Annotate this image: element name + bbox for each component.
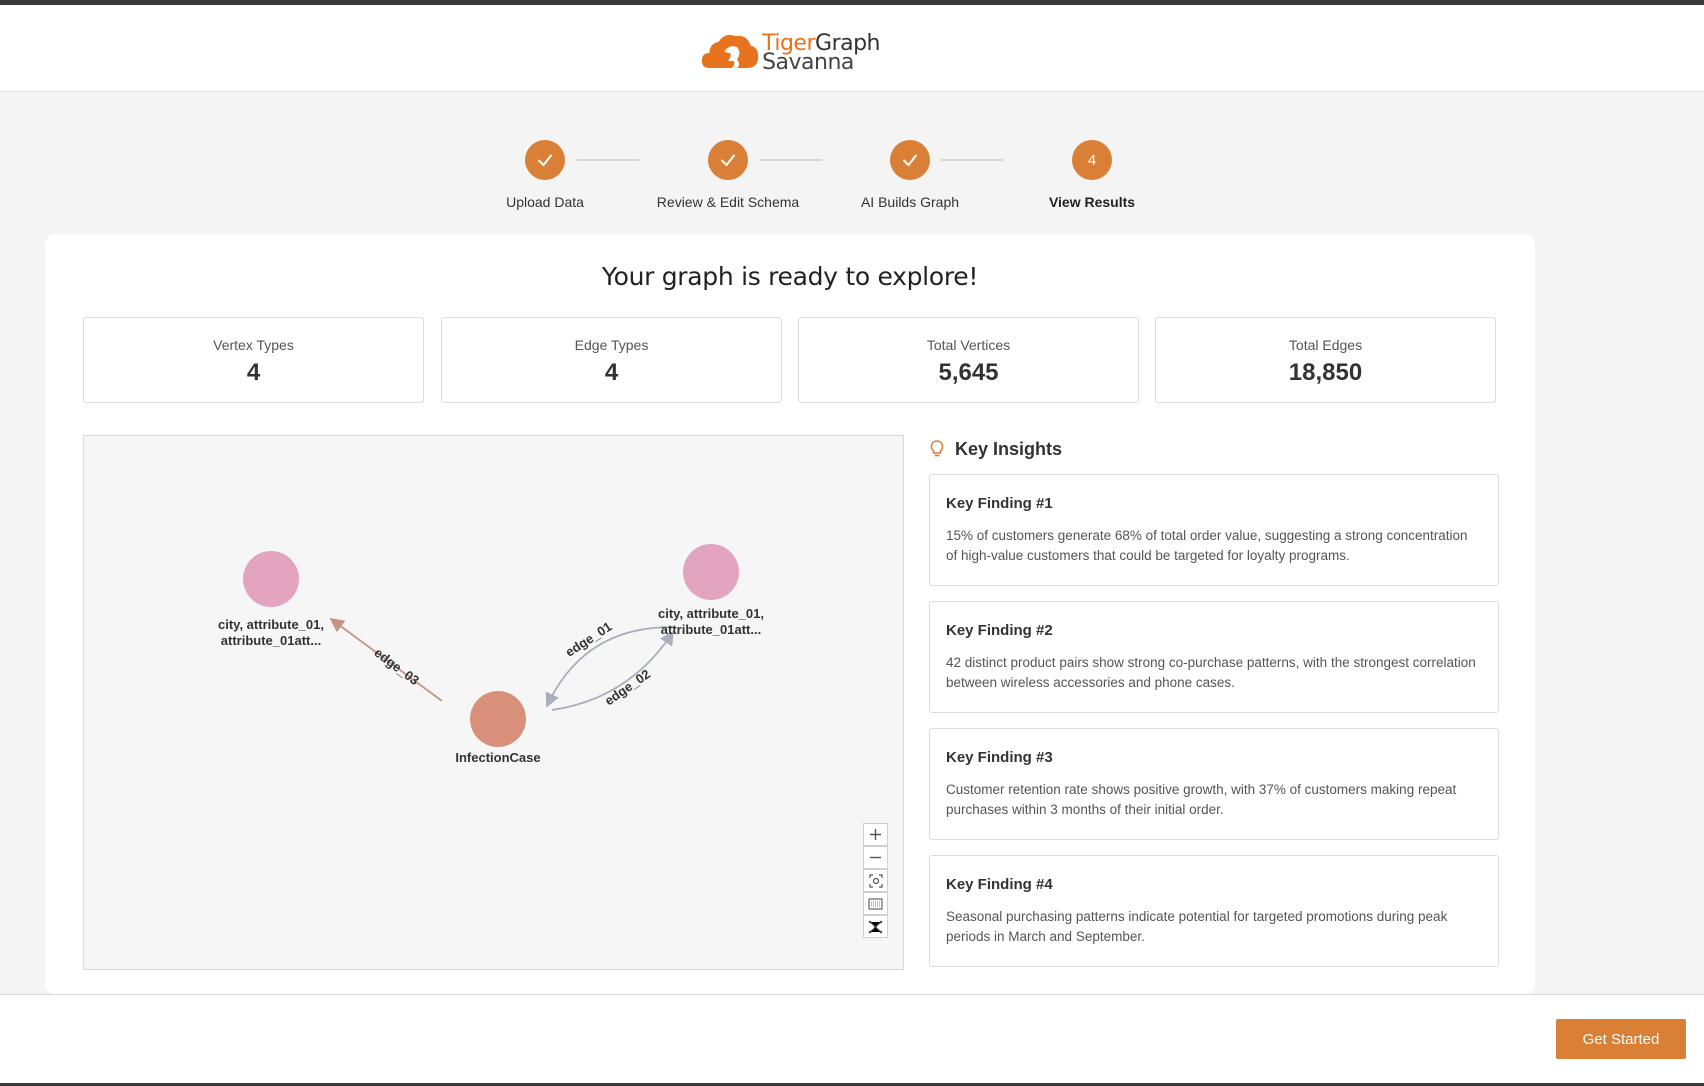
step-complete-circle — [525, 140, 565, 180]
fit-view-icon[interactable] — [863, 869, 888, 892]
vertex-label-line: attribute_01att... — [220, 633, 322, 648]
stat-vertex-types: Vertex Types 4 — [83, 317, 424, 403]
graph-canvas[interactable]: edge_03 edge_01 edge_02 city, attribute_… — [83, 435, 904, 970]
vertex-label-left: city, attribute_01, attribute_01att... — [196, 617, 346, 649]
finding-text: 42 distinct product pairs show strong co… — [946, 655, 1476, 690]
page-title: Your graph is ready to explore! — [601, 262, 979, 291]
step-label: Review & Edit Schema — [656, 194, 800, 210]
step-view-results: 4 View Results — [1007, 140, 1177, 210]
vertex-label-line: city, attribute_01, — [658, 606, 764, 621]
step-connector — [760, 159, 822, 161]
stat-value: 18,850 — [1288, 359, 1363, 386]
stat-value: 4 — [246, 359, 261, 386]
insights-title: Key Insights — [955, 438, 1063, 459]
get-started-button[interactable]: Get Started — [1556, 1019, 1686, 1059]
layout-icon[interactable] — [863, 915, 888, 938]
progress-stepper: Upload Data Review & Edit Schema AI Buil… — [460, 140, 1140, 220]
vertex-node-right[interactable] — [683, 544, 739, 600]
step-complete-circle — [708, 140, 748, 180]
stat-edge-types: Edge Types 4 — [441, 317, 782, 403]
step-label: View Results — [1048, 194, 1136, 210]
step-connector — [577, 159, 639, 161]
step-connector — [941, 159, 1003, 161]
footer-bar: Get Started — [0, 995, 1704, 1086]
lightbulb-icon — [930, 440, 944, 457]
finding-title: Key Finding #2 — [946, 622, 1053, 639]
step-number-circle: 4 — [1072, 140, 1112, 180]
stat-label: Edge Types — [574, 337, 649, 353]
step-complete-circle — [890, 140, 930, 180]
finding-title: Key Finding #3 — [946, 749, 1053, 766]
check-icon — [721, 154, 735, 167]
vertex-node-infectioncase[interactable] — [470, 691, 526, 747]
vertex-node-left[interactable] — [243, 551, 299, 607]
finding-text: Seasonal purchasing patterns indicate po… — [946, 909, 1448, 944]
stat-value: 4 — [604, 359, 619, 386]
step-label: AI Builds Graph — [860, 194, 960, 210]
vertex-label-line: attribute_01att... — [660, 622, 762, 637]
finding-title: Key Finding #4 — [946, 876, 1053, 893]
insights-header: Key Insights — [929, 434, 1499, 464]
step-ai-builds-graph: AI Builds Graph — [825, 140, 995, 210]
check-icon — [538, 154, 552, 167]
key-finding-card: Key Finding #4 Seasonal purchasing patte… — [929, 855, 1499, 967]
tigergraph-logo[interactable]: TigerGraph Savanna — [700, 27, 880, 79]
finding-title: Key Finding #1 — [946, 495, 1053, 512]
check-icon — [903, 154, 917, 167]
step-label: Upload Data — [506, 194, 584, 210]
finding-text: 15% of customers generate 68% of total o… — [946, 528, 1468, 563]
tiger-cloud-logo-icon — [701, 35, 759, 69]
zoom-in-icon[interactable] — [863, 823, 888, 846]
key-insights-panel: Key Insights Key Finding #1 15% of custo… — [929, 434, 1499, 974]
step-upload-data: Upload Data — [460, 140, 630, 210]
vertex-label-line: InfectionCase — [455, 750, 541, 765]
key-finding-card: Key Finding #2 42 distinct product pairs… — [929, 601, 1499, 713]
stat-total-vertices: Total Vertices 5,645 — [798, 317, 1139, 403]
zoom-out-icon[interactable] — [863, 846, 888, 869]
stat-label: Vertex Types — [213, 337, 294, 353]
vertex-label-line: city, attribute_01, — [218, 617, 324, 632]
stat-label: Total Vertices — [926, 337, 1011, 353]
edge-label: edge_01 — [563, 619, 615, 660]
vertex-label-center: InfectionCase — [423, 750, 573, 766]
header: TigerGraph Savanna — [0, 5, 1704, 92]
key-finding-card: Key Finding #1 15% of customers generate… — [929, 474, 1499, 586]
edge-label: edge_03 — [371, 645, 422, 688]
stat-total-edges: Total Edges 18,850 — [1155, 317, 1496, 403]
graph-controls — [863, 823, 888, 938]
key-finding-card: Key Finding #3 Customer retention rate s… — [929, 728, 1499, 840]
step-review-schema: Review & Edit Schema — [643, 140, 813, 210]
stat-label: Total Edges — [1288, 337, 1363, 353]
stat-value: 5,645 — [938, 359, 999, 386]
results-card: Your graph is ready to explore! Vertex T… — [45, 234, 1535, 994]
graph-svg[interactable]: edge_03 edge_01 edge_02 — [84, 436, 905, 971]
vertex-label-right: city, attribute_01, attribute_01att... — [636, 606, 786, 638]
logo-text: TigerGraph Savanna — [762, 33, 880, 74]
minimap-icon[interactable] — [863, 892, 888, 915]
finding-text: Customer retention rate shows positive g… — [946, 782, 1457, 817]
edge-label: edge_02 — [602, 666, 653, 708]
